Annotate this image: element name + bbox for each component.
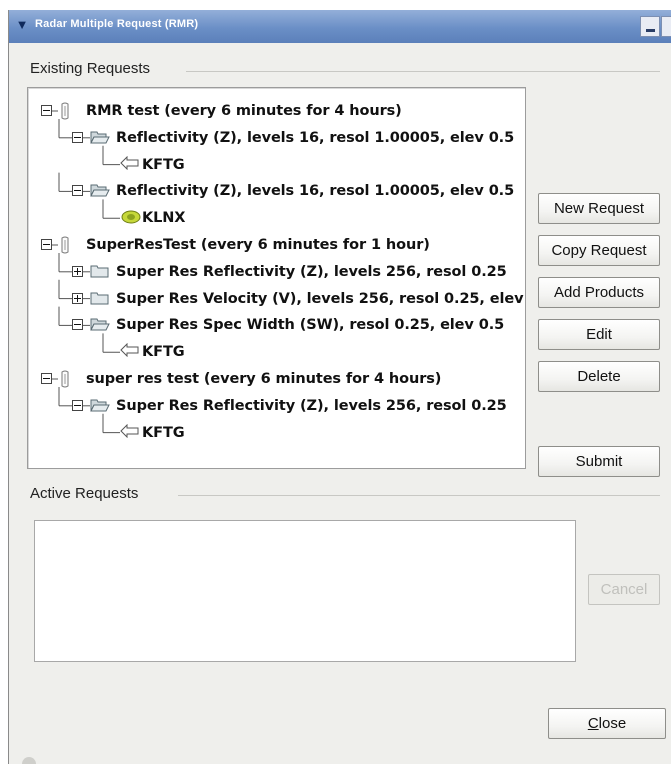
tree-item-radar-site[interactable]: KFTG [142,340,185,364]
tree-item-request[interactable]: RMR test (every 6 minutes for 4 hours) [86,99,402,123]
request-icon [58,370,72,393]
folder-open-icon [90,397,110,418]
collapse-toggle-icon[interactable] [41,373,52,384]
collapse-toggle-icon[interactable] [72,131,83,143]
tree-item-request[interactable]: SuperResTest (every 6 minutes for 1 hour… [86,233,430,257]
active-requests-divider [178,495,660,496]
maximize-button[interactable] [661,16,671,37]
window-menu-icon[interactable]: ▼ [13,16,31,34]
radar-site-icon [120,209,142,230]
copy-request-button[interactable]: Copy Request [538,235,660,266]
title-bar[interactable]: ▼ Radar Multiple Request (RMR) [9,10,671,43]
folder-closed-icon [90,290,110,311]
request-icon [58,102,72,125]
existing-requests-tree[interactable]: RMR test (every 6 minutes for 4 hours) Re… [27,87,526,469]
tree-item-radar-site[interactable]: KFTG [142,421,185,445]
close-button[interactable]: Close [548,708,666,739]
tree-item-product[interactable]: Super Res Reflectivity (Z), levels 256, … [116,394,507,418]
collapse-toggle-icon[interactable] [41,105,52,116]
minimize-button[interactable] [640,16,660,37]
existing-requests-label: Existing Requests [30,60,151,77]
window-title: Radar Multiple Request (RMR) [35,18,199,30]
add-products-button[interactable]: Add Products [538,277,660,308]
cancel-button: Cancel [588,574,660,605]
tree-item-radar-site[interactable]: KLNX [142,206,185,230]
arrow-left-icon [120,342,140,362]
request-icon [58,236,72,259]
collapse-toggle-icon[interactable] [72,185,83,197]
folder-open-icon [90,182,110,203]
tree-item-product[interactable]: Reflectivity (Z), levels 16, resol 1.000… [116,179,514,203]
folder-open-icon [90,129,110,150]
folder-closed-icon [90,263,110,284]
tree-item-product[interactable]: Super Res Spec Width (SW), resol 0.25, e… [116,313,504,337]
delete-button[interactable]: Delete [538,361,660,392]
tree-item-product[interactable]: Super Res Velocity (V), levels 256, reso… [116,287,524,311]
tree-item-request[interactable]: super res test (every 6 minutes for 4 ho… [86,367,441,391]
edit-button[interactable]: Edit [538,319,660,350]
expand-toggle-icon[interactable] [72,265,83,277]
tree-item-product[interactable]: Reflectivity (Z), levels 16, resol 1.000… [116,126,514,150]
tree-item-radar-site[interactable]: KFTG [142,153,185,177]
collapse-toggle-icon[interactable] [72,319,83,331]
new-request-button[interactable]: New Request [538,193,660,224]
existing-requests-divider [186,71,660,72]
resize-grip-icon [22,757,36,764]
active-requests-label: Active Requests [30,485,139,502]
folder-open-icon [90,316,110,337]
collapse-toggle-icon[interactable] [72,399,83,411]
close-button-rest: lose [598,715,627,732]
arrow-left-icon [120,423,140,443]
collapse-toggle-icon[interactable] [41,239,52,250]
expand-toggle-icon[interactable] [72,292,83,304]
close-button-mnemonic: C [587,715,599,732]
tree-item-product[interactable]: Super Res Reflectivity (Z), levels 256, … [116,260,507,284]
arrow-left-icon [120,155,140,175]
active-requests-list[interactable] [34,520,576,662]
submit-button[interactable]: Submit [538,446,660,477]
